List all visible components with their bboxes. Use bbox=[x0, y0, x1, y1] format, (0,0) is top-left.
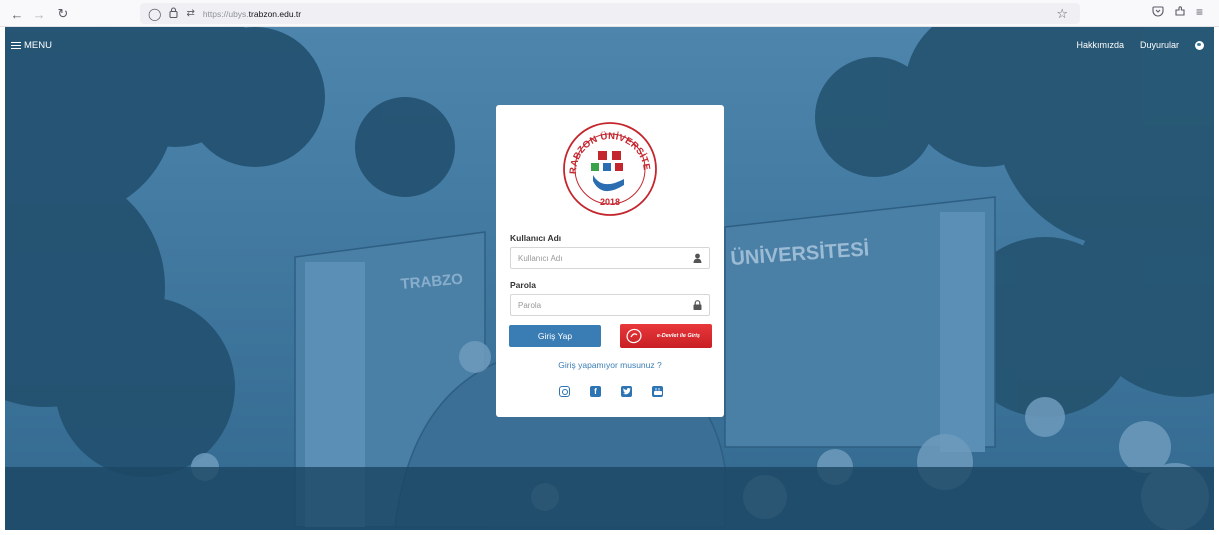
url-text[interactable]: https://ubys.trabzon.edu.tr bbox=[203, 9, 301, 19]
user-icon bbox=[693, 253, 702, 263]
edevlet-login-button[interactable]: e-Devlet ile Giriş bbox=[620, 324, 712, 348]
social-links: f bbox=[559, 386, 663, 397]
username-field[interactable] bbox=[510, 247, 710, 269]
youtube-icon[interactable] bbox=[652, 386, 663, 397]
globe-icon[interactable] bbox=[1195, 40, 1204, 50]
instagram-icon[interactable] bbox=[559, 386, 570, 397]
menu-button[interactable]: MENU bbox=[11, 40, 52, 51]
logo-year: 2018 bbox=[600, 197, 620, 207]
top-navigation: Hakkımızda Duyurular bbox=[1076, 40, 1204, 50]
nav-link-about[interactable]: Hakkımızda bbox=[1076, 40, 1124, 50]
password-field[interactable] bbox=[510, 294, 710, 316]
login-button[interactable]: Giriş Yap bbox=[509, 325, 601, 347]
login-card: TRABZON ÜNİVERSİTESİ 2018 Kullanıcı Adı … bbox=[496, 105, 724, 417]
hamburger-menu-icon[interactable]: ≡ bbox=[1196, 5, 1203, 19]
lock-icon bbox=[693, 300, 702, 310]
edevlet-logo-icon bbox=[626, 328, 642, 344]
back-arrow-icon[interactable]: ← bbox=[8, 5, 26, 23]
page-background: TRABZO ÜNİVERSİTESİ MENU Hakkımızda Duyu… bbox=[5, 27, 1214, 530]
password-input[interactable] bbox=[518, 295, 688, 316]
shield-icon[interactable]: ◯ bbox=[148, 7, 161, 21]
menu-label: MENU bbox=[24, 40, 52, 51]
twitter-icon[interactable] bbox=[621, 386, 632, 397]
permissions-icon[interactable]: ⇄ bbox=[186, 8, 194, 19]
hamburger-icon bbox=[11, 40, 21, 51]
address-bar[interactable]: ◯ ⇄ https://ubys.trabzon.edu.tr ☆ bbox=[140, 3, 1080, 24]
forward-arrow-icon[interactable]: → bbox=[30, 5, 48, 23]
facebook-icon[interactable]: f bbox=[590, 386, 601, 397]
extensions-icon[interactable] bbox=[1174, 5, 1186, 20]
username-input[interactable] bbox=[518, 248, 688, 269]
username-label: Kullanıcı Adı bbox=[510, 233, 562, 243]
bookmark-star-icon[interactable]: ☆ bbox=[1056, 6, 1068, 22]
university-logo: TRABZON ÜNİVERSİTESİ 2018 bbox=[562, 121, 657, 216]
cant-login-link[interactable]: Giriş yapamıyor musunuz ? bbox=[496, 360, 724, 370]
password-label: Parola bbox=[510, 280, 536, 290]
reload-icon[interactable]: ↻ bbox=[54, 5, 72, 23]
nav-link-announcements[interactable]: Duyurular bbox=[1140, 40, 1179, 50]
pocket-icon[interactable] bbox=[1152, 5, 1164, 20]
edevlet-label: e-Devlet ile Giriş bbox=[656, 333, 700, 339]
lock-icon[interactable] bbox=[169, 6, 178, 21]
browser-toolbar: ← → ↻ ◯ ⇄ https://ubys.trabzon.edu.tr ☆ … bbox=[0, 0, 1219, 27]
